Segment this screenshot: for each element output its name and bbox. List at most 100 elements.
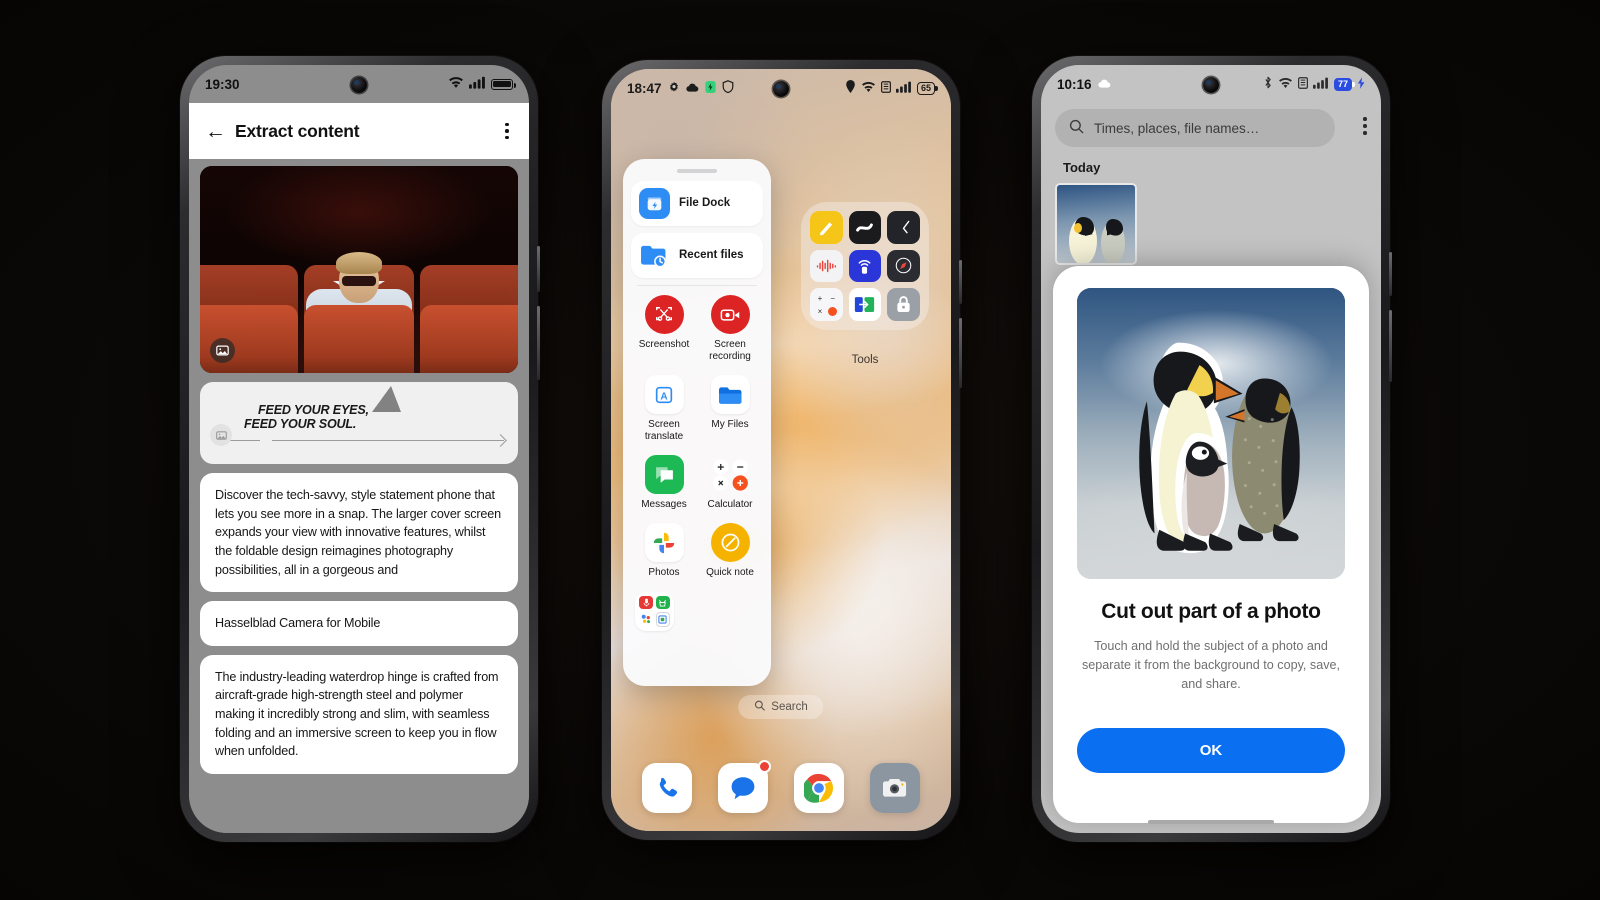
extracted-photo[interactable] [200,166,518,373]
phone1-side-button-volume[interactable] [537,246,540,292]
phone1-status-time: 19:30 [205,76,240,92]
phone2-screen: 18:47 65 + − × Tools File Dock Recent fi… [611,69,951,831]
home-dock [611,760,951,813]
smart-sidebar-panel[interactable]: File Dock Recent files Screenshot Screen… [623,159,771,686]
quote-card[interactable]: FEED YOUR EYES, FEED YOUR SOUL. [200,382,518,464]
panel-app-quick-note[interactable]: Quick note [697,523,763,579]
lock-icon[interactable] [887,288,920,321]
cloud-icon [685,81,699,96]
compass-icon[interactable] [887,249,920,283]
green-battery-saver-icon [704,80,716,96]
phone3-status-time: 10:16 [1057,76,1092,92]
text-card[interactable]: Hasselblad Camera for Mobile [200,601,518,646]
notes-icon[interactable] [810,211,843,244]
wifi-icon [448,76,464,92]
text-card[interactable]: The industry-leading waterdrop hinge is … [200,654,518,774]
image-badge-icon[interactable] [210,424,232,446]
panel-app-label: My Files [711,419,749,430]
photo-thumbnail[interactable] [1055,183,1137,265]
wifi-icon [861,81,876,96]
calculator-icon[interactable]: + − × [810,288,843,321]
seat-row-front [200,305,518,373]
back-arrow-icon[interactable]: ← [205,121,226,142]
panel-app-messages[interactable]: Messages [631,455,697,511]
panel-row-label: File Dock [679,196,731,209]
calculator-icon [711,455,750,494]
home-search-pill[interactable]: Search [738,695,824,719]
screenshot-icon [644,295,684,334]
phone-device-2: 18:47 65 + − × Tools File Dock Recent fi… [602,60,962,840]
card-text: Discover the tech-savvy, style statement… [215,488,501,577]
card-text: Hasselblad Camera for Mobile [215,616,381,631]
search-input[interactable]: Times, places, file names… [1055,109,1335,147]
panel-app-calculator[interactable]: Calculator [697,455,763,511]
more-vert-icon[interactable] [1363,117,1367,135]
panel-app-screen-translate[interactable]: A Screen translate [631,375,697,443]
dialog-body: Touch and hold the subject of a photo an… [1081,639,1341,691]
panel-app-label: Quick note [706,567,754,578]
image-badge-icon[interactable] [210,338,235,363]
signal-icon [469,76,486,92]
shield-icon [722,80,734,96]
section-header-today: Today [1063,160,1101,175]
phone-device-1: 19:30 ← Extract content FEED YOUR EYES, … [180,56,540,842]
cloud-icon [1097,77,1111,92]
screen-mirror-icon[interactable] [848,211,882,244]
screen-recording-icon [710,295,750,334]
phone3-side-button-power[interactable] [1389,310,1392,382]
mini-app-folder-icon[interactable] [635,592,674,631]
location-icon [845,80,856,96]
panel-app-label: Screenshot [638,339,690,350]
remote-control-icon[interactable] [848,249,882,283]
google-photos-icon [644,523,684,562]
ok-button[interactable]: OK [1077,727,1345,773]
battery-percent-badge: 65 [916,81,938,95]
camera-app[interactable] [870,763,920,813]
messages-app[interactable] [718,760,771,813]
chrome-app[interactable] [794,763,844,813]
gear-icon [668,81,680,96]
phone-app[interactable] [642,763,692,813]
phone1-side-button-power[interactable] [537,306,540,380]
clock-icon[interactable] [887,211,920,244]
drag-handle[interactable] [677,169,717,173]
panel-divider [637,285,757,286]
search-icon [754,700,765,714]
phone1-app-bar: ← Extract content [189,103,529,159]
quote-line-gap [260,440,272,443]
screenshot-stage: 19:30 ← Extract content FEED YOUR EYES, … [0,0,1600,900]
panel-app-screen-recording[interactable]: Screen recording [697,295,763,363]
my-files-folder-icon [710,375,750,414]
phone2-front-camera [773,81,789,97]
charging-bolt-icon [1357,76,1365,92]
quote-text: FEED YOUR EYES, FEED YOUR SOUL. [244,403,369,432]
phone3-side-button-volume[interactable] [1389,252,1392,296]
phone-device-3: 10:16 77 Times, places, file names… Toda… [1032,56,1392,842]
panel-app-my-files[interactable]: My Files [697,375,763,443]
battery-full-icon [491,78,516,90]
dialog-title: Cut out part of a photo [1101,600,1321,623]
sim-icon [881,80,891,96]
bluetooth-icon [1263,76,1273,92]
phone2-side-button-power[interactable] [959,318,962,388]
panel-app-photos[interactable]: Photos [631,523,697,579]
messages-icon [644,455,684,494]
text-card[interactable]: Discover the tech-savvy, style statement… [200,473,518,593]
signal-icon [895,81,912,96]
phone2-side-button-volume[interactable] [959,260,962,304]
phone1-screen: 19:30 ← Extract content FEED YOUR EYES, … [189,65,529,833]
exit-app-icon[interactable] [848,288,882,321]
tools-folder-widget[interactable]: + − × [801,202,929,330]
panel-row-file-dock[interactable]: File Dock [631,181,763,226]
more-vert-icon[interactable] [501,119,513,144]
phone2-status-time: 18:47 [627,80,662,96]
decorative-triangle [372,386,401,412]
phone1-content: FEED YOUR EYES, FEED YOUR SOUL. Discover… [189,159,529,833]
notification-badge [758,760,771,773]
panel-app-label: Messages [641,499,687,510]
recorder-icon[interactable] [810,249,843,283]
home-indicator-bar[interactable] [1148,820,1274,824]
phone3-front-camera [1203,77,1219,93]
panel-app-screenshot[interactable]: Screenshot [631,295,697,363]
panel-row-recent-files[interactable]: Recent files [631,233,763,278]
